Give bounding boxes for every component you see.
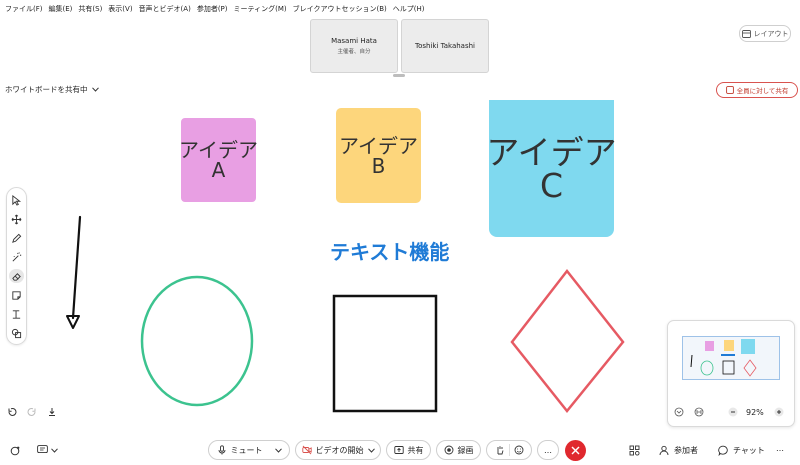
overflow-menu-button[interactable]: … [776,444,784,453]
apps-icon [629,445,640,456]
status-ring-icon [10,446,20,456]
apps-button[interactable] [629,445,640,456]
redo-button[interactable] [25,405,39,419]
mini-diamond [743,359,757,377]
undo-button[interactable] [5,405,19,419]
move-icon [11,214,22,224]
close-icon [571,446,580,455]
share-label: 共有 [407,445,424,455]
mini-note-c [741,339,755,354]
chevron-down-icon [51,447,58,453]
chat-button[interactable]: チャット [718,445,765,456]
mini-note-b [724,340,734,351]
share-screen-icon [393,446,404,454]
minimap-preview [690,339,757,377]
magic-pen-tool[interactable] [9,250,24,264]
chat-icon [718,445,728,456]
minimap-panel: 92% [667,320,795,427]
chat-label: チャット [733,446,765,455]
download-icon [49,408,55,416]
end-call-button[interactable] [565,440,586,461]
text-icon [12,309,21,319]
microphone-icon [218,445,225,455]
magic-pen-icon [12,251,22,261]
fit-width-icon [694,407,704,417]
select-tool[interactable] [9,193,24,207]
mini-arrow [690,354,693,368]
chevron-down-icon [274,447,282,453]
zoom-level: 92% [746,407,764,417]
caption-icon [37,445,48,454]
collapse-minimap-button[interactable] [672,405,686,419]
pen-tool[interactable] [9,231,24,245]
divider [508,444,510,456]
fit-to-screen-button[interactable] [692,405,706,419]
reactions-button[interactable] [37,445,58,455]
participants-button[interactable]: 参加者 [659,445,698,456]
eraser-tool[interactable] [9,269,24,283]
hand-drawn-arrow[interactable] [71,215,82,320]
record-button[interactable]: 録画 [436,440,481,460]
participants-label: 参加者 [674,446,698,455]
text-tool[interactable] [9,307,24,321]
more-options-button[interactable]: … [537,440,559,460]
start-video-button[interactable]: ビデオの開始 [295,440,381,460]
minimap-viewport[interactable] [682,336,780,380]
mini-square [722,360,735,375]
collapse-icon [674,407,684,417]
select-icon [12,194,22,206]
pen-icon [12,233,22,243]
status-button[interactable] [8,444,22,458]
move-tool[interactable] [9,212,24,226]
diamond-shape[interactable] [510,268,625,413]
record-icon [444,445,453,455]
shapes-tool[interactable] [9,326,24,340]
zoom-out-button[interactable] [726,405,740,419]
history-controls [5,405,59,419]
ellipse-shape[interactable] [140,275,254,407]
overflow-label: … [776,444,784,453]
emoji-icon[interactable] [514,445,524,455]
plus-icon [774,407,784,417]
raise-hand-icon[interactable] [495,445,505,455]
minus-icon [728,407,738,417]
zoom-in-button[interactable] [772,405,786,419]
sticky-note-icon [12,290,21,300]
square-shape[interactable] [332,294,438,413]
share-button[interactable]: 共有 [386,440,431,460]
shapes-icon [11,328,22,338]
mute-label: ミュート [230,445,263,455]
sticky-note-tool[interactable] [9,288,24,302]
meeting-controls-bar: ミュート ビデオの開始 共有 録画 … 参加者 チャット … [0,436,800,465]
video-off-icon [301,445,312,455]
more-options-label: … [544,445,552,455]
mini-heading [721,354,735,356]
reactions-group [486,440,532,460]
redo-icon [27,407,36,416]
person-icon [659,445,669,456]
download-button[interactable] [45,405,59,419]
mute-button[interactable]: ミュート [208,440,290,460]
mini-ellipse [700,360,714,376]
whiteboard-toolbar [6,187,27,345]
zoom-controls: 92% [668,401,794,423]
chevron-down-icon [367,447,375,453]
eraser-icon [12,272,21,281]
mini-note-a [705,341,714,351]
record-label: 録画 [457,445,474,455]
undo-icon [8,407,17,416]
start-video-label: ビデオの開始 [315,445,364,455]
